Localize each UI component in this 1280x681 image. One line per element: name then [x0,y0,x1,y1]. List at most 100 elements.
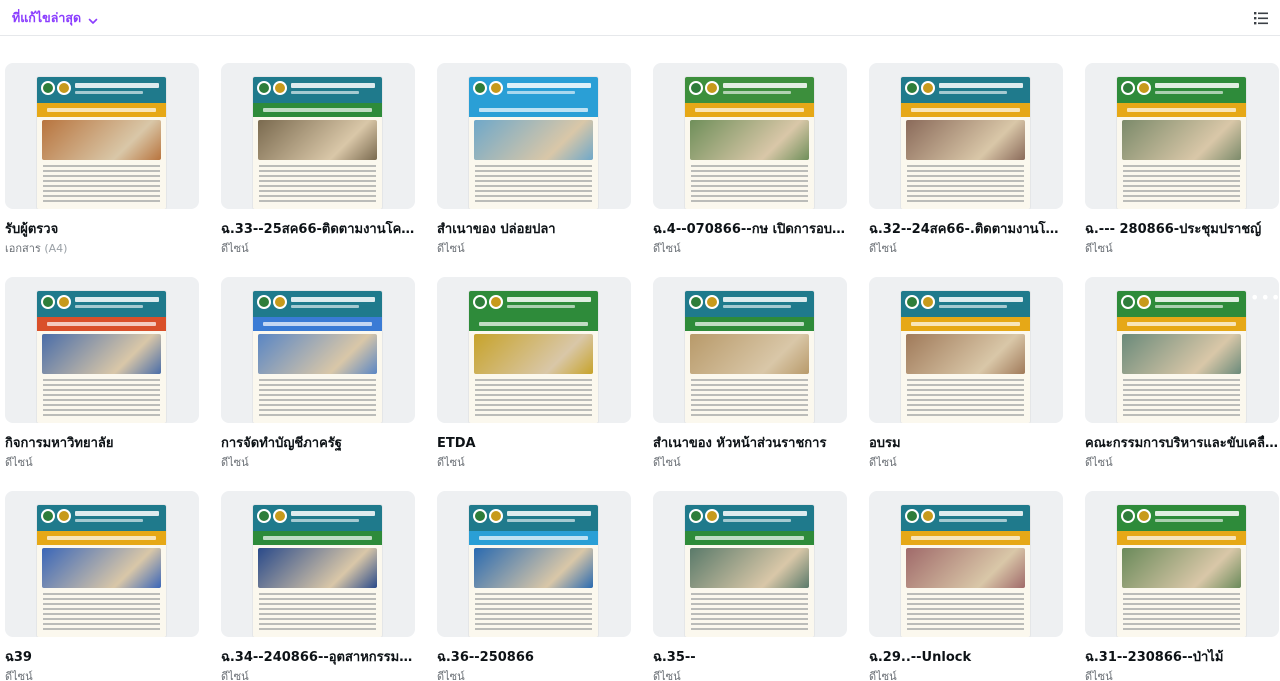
card-title[interactable]: อบรม [869,435,1063,453]
card-thumbnail[interactable] [869,277,1063,423]
design-card[interactable]: ฉ.4--070866--กษ เปิดการอบรม ดีไซน์ [653,63,847,277]
card-meta: ดีไซน์ [869,669,1063,681]
design-card[interactable]: อบรม ดีไซน์ [869,277,1063,491]
preview-banner [37,103,166,117]
preview-banner [469,103,598,117]
card-title[interactable]: ETDA [437,435,631,453]
card-title[interactable]: คณะกรรมการบริหารและขับเคลื่อ... [1085,435,1279,453]
preview-subheadline [939,91,1007,94]
design-card[interactable]: ฉ.32--24สค66-.ติดตามงานโครงก... ดีไซน์ [869,63,1063,277]
card-thumbnail[interactable] [221,63,415,209]
card-title[interactable]: สำเนาของ หัวหน้าส่วนราชการ [653,435,847,453]
preview-body-text [907,593,1024,633]
list-view-icon[interactable] [1250,8,1272,28]
card-type: ดีไซน์ [653,242,681,255]
card-thumbnail[interactable] [437,491,631,637]
design-card[interactable]: ฉ.29..--Unlock ดีไซน์ [869,491,1063,681]
preview-subheadline [723,305,791,308]
more-options-icon[interactable]: ••• [1250,290,1279,309]
card-thumbnail[interactable] [221,277,415,423]
preview-banner [469,531,598,545]
preview-subheadline [75,519,143,522]
card-title[interactable]: ฉ.35-- [653,649,847,667]
preview-photo [906,548,1025,588]
preview-banner [685,317,814,331]
seal-icon [1121,509,1135,523]
card-type: เอกสาร [5,242,41,255]
preview-body-text [1123,379,1240,419]
preview-headline [507,83,591,88]
preview-header [901,77,1030,103]
card-title[interactable]: รับผู้ตรวจ [5,221,199,239]
preview-subheadline [291,305,359,308]
card-title[interactable]: กิจการมหาวิทยาลัย [5,435,199,453]
card-title[interactable]: ฉ.33--25สค66-ติดตามงานโครงก... [221,221,415,239]
card-title[interactable]: ฉ.32--24สค66-.ติดตามงานโครงก... [869,221,1063,239]
card-thumbnail[interactable] [653,491,847,637]
design-card[interactable]: ฉ.36--250866 ดีไซน์ [437,491,631,681]
design-card[interactable]: ••• คณะกรรมการบริหารและขับเคลื่อ... ดีไซ… [1085,277,1279,491]
card-thumbnail[interactable] [221,491,415,637]
preview-photo [690,334,809,374]
card-thumbnail[interactable] [437,63,631,209]
card-type: ดีไซน์ [5,456,33,469]
card-thumbnail[interactable] [869,63,1063,209]
card-meta: ดีไซน์ [437,455,631,471]
design-card[interactable]: สำเนาของ ปล่อยปลา ดีไซน์ [437,63,631,277]
design-card[interactable]: ETDA ดีไซน์ [437,277,631,491]
preview-headline [1155,511,1239,516]
preview-body-text [43,379,160,419]
design-card[interactable]: ฉ39 ดีไซน์ [5,491,199,681]
design-card[interactable]: ฉ.35-- ดีไซน์ [653,491,847,681]
card-title[interactable]: ฉ.4--070866--กษ เปิดการอบรม [653,221,847,239]
card-meta: ดีไซน์ [869,455,1063,471]
emblem-icon [489,81,503,95]
design-card[interactable]: ฉ.31--230866--ป่าไม้ ดีไซน์ [1085,491,1279,681]
card-thumbnail[interactable] [5,491,199,637]
preview-body-text [475,379,592,419]
preview-subheadline [723,91,791,94]
card-thumbnail[interactable]: ••• [1085,277,1279,423]
preview-subheadline [507,91,575,94]
card-title[interactable]: ฉ.34--240866--อุตสาหกรรมปาล์ม [221,649,415,667]
sort-dropdown[interactable]: ที่แก้ไขล่าสุด [12,8,99,28]
card-thumbnail[interactable] [5,277,199,423]
preview-body-text [43,593,160,633]
preview-photo [258,548,377,588]
emblem-icon [273,81,287,95]
card-thumbnail[interactable] [869,491,1063,637]
card-title[interactable]: ฉ.36--250866 [437,649,631,667]
card-title[interactable]: สำเนาของ ปล่อยปลา [437,221,631,239]
design-card[interactable]: การจัดทำบัญชีภาครัฐ ดีไซน์ [221,277,415,491]
card-thumbnail[interactable] [1085,491,1279,637]
card-meta: ดีไซน์ [437,241,631,257]
card-thumbnail[interactable] [437,277,631,423]
preview-headline [1155,297,1239,302]
card-thumbnail[interactable] [653,277,847,423]
card-meta: ดีไซน์ [869,241,1063,257]
design-card[interactable]: กิจการมหาวิทยาลัย ดีไซน์ [5,277,199,491]
preview-header [253,77,382,103]
design-card[interactable]: รับผู้ตรวจ เอกสาร (A4) [5,63,199,277]
design-card[interactable]: ฉ.--- 280866-ประชุมปราชญ์ ดีไซน์ [1085,63,1279,277]
design-preview [253,505,382,637]
design-preview [1117,505,1246,637]
card-title[interactable]: ฉ.--- 280866-ประชุมปราชญ์ [1085,221,1279,239]
preview-banner [1117,317,1246,331]
card-title[interactable]: ฉ.29..--Unlock [869,649,1063,667]
card-thumbnail[interactable] [1085,63,1279,209]
card-thumbnail[interactable] [5,63,199,209]
preview-headline [291,511,375,516]
card-title[interactable]: ฉ39 [5,649,199,667]
seal-icon [473,509,487,523]
card-title[interactable]: การจัดทำบัญชีภาครัฐ [221,435,415,453]
seal-icon [689,509,703,523]
design-card[interactable]: สำเนาของ หัวหน้าส่วนราชการ ดีไซน์ [653,277,847,491]
preview-photo [42,120,161,160]
design-card[interactable]: ฉ.34--240866--อุตสาหกรรมปาล์ม ดีไซน์ [221,491,415,681]
card-title[interactable]: ฉ.31--230866--ป่าไม้ [1085,649,1279,667]
preview-header [37,77,166,103]
preview-header [37,505,166,531]
design-card[interactable]: ฉ.33--25สค66-ติดตามงานโครงก... ดีไซน์ [221,63,415,277]
card-thumbnail[interactable] [653,63,847,209]
